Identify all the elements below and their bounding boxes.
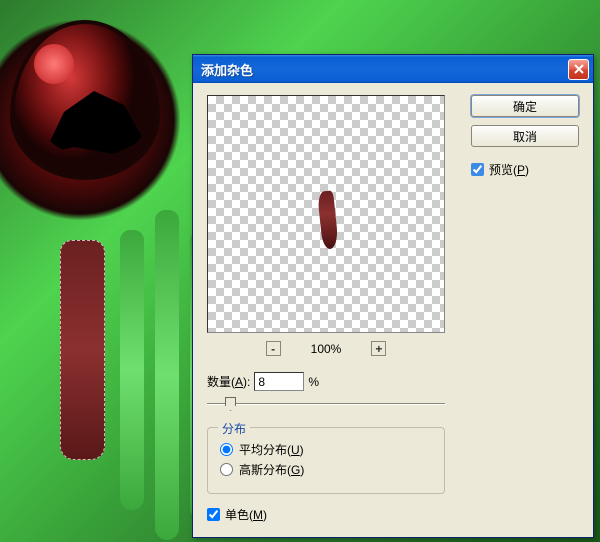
zoom-level: 100% (311, 342, 342, 356)
selection-drip[interactable] (60, 240, 105, 460)
gaussian-label: 高斯分布(G) (239, 461, 304, 478)
preview-checkbox-row[interactable]: 预览(P) (471, 161, 579, 178)
zoom-controls: - 100% + (207, 341, 445, 356)
zoom-in-button[interactable]: + (371, 341, 386, 356)
gaussian-radio[interactable] (220, 463, 233, 476)
ok-button[interactable]: 确定 (471, 95, 579, 117)
green-drip (120, 230, 144, 510)
titlebar[interactable]: 添加杂色 (193, 55, 593, 83)
preview-checkbox[interactable] (471, 163, 484, 176)
dialog-title: 添加杂色 (201, 60, 568, 79)
dialog-content: - 100% + 确定 取消 预览(P) 数量(A): % 分布 (193, 83, 593, 537)
amount-input[interactable] (254, 372, 304, 391)
minus-icon: - (271, 342, 275, 356)
monochrome-checkbox[interactable] (207, 508, 220, 521)
add-noise-dialog: 添加杂色 - 100% + 确定 取消 预览(P) (192, 54, 594, 538)
gaussian-radio-row[interactable]: 高斯分布(G) (220, 461, 432, 478)
zoom-out-button[interactable]: - (266, 341, 281, 356)
uniform-radio-row[interactable]: 平均分布(U) (220, 441, 432, 458)
cancel-button[interactable]: 取消 (471, 125, 579, 147)
preview-box[interactable] (207, 95, 445, 333)
close-button[interactable] (568, 59, 589, 80)
plus-icon: + (375, 342, 382, 356)
distribution-legend: 分布 (218, 420, 250, 437)
frog-eye-pupil (44, 84, 144, 154)
monochrome-label: 单色(M) (225, 506, 267, 523)
amount-row: 数量(A): % (207, 372, 579, 391)
amount-unit: % (308, 375, 319, 389)
preview-label: 预览(P) (489, 161, 529, 178)
close-icon (574, 64, 584, 74)
monochrome-row[interactable]: 单色(M) (207, 506, 579, 523)
slider-thumb[interactable] (225, 397, 236, 411)
green-drip (155, 210, 179, 540)
amount-label: 数量(A): (207, 373, 250, 390)
button-column: 确定 取消 预览(P) (471, 95, 579, 178)
slider-track (207, 403, 445, 405)
amount-slider[interactable] (207, 395, 445, 413)
uniform-radio[interactable] (220, 443, 233, 456)
distribution-fieldset: 分布 平均分布(U) 高斯分布(G) (207, 427, 445, 494)
uniform-label: 平均分布(U) (239, 441, 304, 458)
